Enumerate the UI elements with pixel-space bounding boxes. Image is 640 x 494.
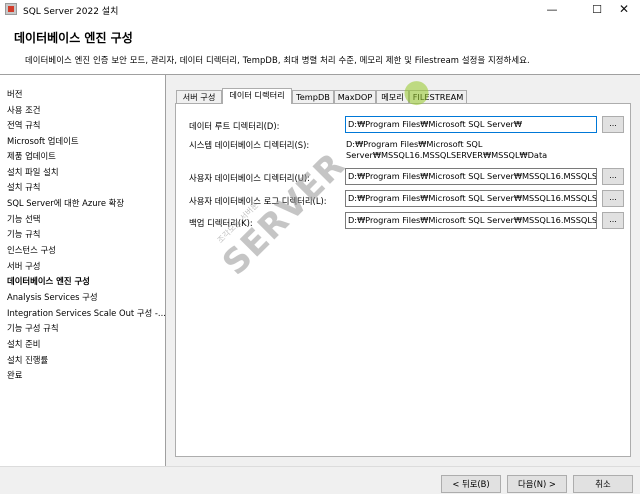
- data-root-directory-browse-button[interactable]: ...: [602, 116, 624, 133]
- backup-directory-browse-button[interactable]: ...: [602, 212, 624, 229]
- cancel-button[interactable]: 취소: [573, 475, 633, 493]
- sidebar-item-complete[interactable]: 완료: [7, 369, 22, 381]
- user-database-log-directory-browse-button[interactable]: ...: [602, 190, 624, 207]
- sidebar-item-install-setup-files[interactable]: 설치 파일 설치: [7, 166, 59, 178]
- sql-server-app-icon: [5, 3, 17, 15]
- sidebar-item-database-engine-configuration[interactable]: 데이터베이스 엔진 구성: [7, 275, 90, 287]
- user-database-log-directory-label: 사용자 데이터베이스 로그 디렉터리(L):: [189, 196, 327, 206]
- tab-tempdb[interactable]: TempDB: [292, 90, 334, 104]
- setup-steps-sidebar: 버전 사용 조건 전역 규칙 Microsoft 업데이트 제품 업데이트 설치…: [0, 75, 166, 466]
- backup-directory-input[interactable]: D:₩Program Files₩Microsoft SQL Server₩MS…: [345, 212, 597, 229]
- system-database-directory-label: 시스템 데이터베이스 디렉터리(S):: [189, 140, 310, 150]
- sidebar-item-feature-configuration-rules[interactable]: 기능 구성 규칙: [7, 322, 59, 334]
- data-root-directory-input[interactable]: D:₩Program Files₩Microsoft SQL Server₩: [345, 116, 597, 133]
- tab-maxdop[interactable]: MaxDOP: [334, 90, 376, 104]
- tab-server-configuration[interactable]: 서버 구성: [176, 90, 222, 104]
- system-database-directory-value-line2: Server₩MSSQL16.MSSQLSERVER₩MSSQL₩Data: [346, 150, 548, 160]
- data-root-directory-label: 데이터 루트 디렉터리(D):: [189, 121, 280, 131]
- sidebar-item-edition[interactable]: 버전: [7, 88, 22, 100]
- page-title: 데이터베이스 엔진 구성: [14, 31, 133, 45]
- user-database-directory-label: 사용자 데이터베이스 디렉터리(U):: [189, 173, 310, 183]
- sidebar-item-instance-configuration[interactable]: 인스턴스 구성: [7, 244, 56, 256]
- sidebar-item-microsoft-update[interactable]: Microsoft 업데이트: [7, 135, 79, 147]
- window-title: SQL Server 2022 설치: [23, 7, 119, 17]
- sidebar-item-azure-extension[interactable]: SQL Server에 대한 Azure 확장: [7, 197, 124, 209]
- sidebar-item-license-terms[interactable]: 사용 조건: [7, 104, 40, 116]
- close-button[interactable]: ✕: [608, 0, 640, 19]
- user-database-log-directory-input[interactable]: D:₩Program Files₩Microsoft SQL Server₩MS…: [345, 190, 597, 207]
- sidebar-item-ready-to-install[interactable]: 설치 준비: [7, 338, 40, 350]
- wizard-footer: < 뒤로(B) 다음(N) > 취소: [0, 466, 640, 494]
- sidebar-item-product-updates[interactable]: 제품 업데이트: [7, 150, 56, 162]
- sidebar-item-global-rules[interactable]: 전역 규칙: [7, 119, 40, 131]
- tab-filestream[interactable]: FILESTREAM: [409, 90, 467, 104]
- user-database-directory-input[interactable]: D:₩Program Files₩Microsoft SQL Server₩MS…: [345, 168, 597, 185]
- page-description: 데이터베이스 엔진 인증 보안 모드, 관리자, 데이터 디렉터리, TempD…: [25, 55, 530, 65]
- sidebar-item-feature-selection[interactable]: 기능 선택: [7, 213, 40, 225]
- page-header: 데이터베이스 엔진 구성 데이터베이스 엔진 인증 보안 모드, 관리자, 데이…: [0, 19, 640, 75]
- system-database-directory-value-line1: D:₩Program Files₩Microsoft SQL: [346, 139, 483, 149]
- sidebar-item-feature-rules[interactable]: 기능 규칙: [7, 228, 40, 240]
- sidebar-item-install-rules[interactable]: 설치 규칙: [7, 181, 40, 193]
- sidebar-item-integration-services-scale-out[interactable]: Integration Services Scale Out 구성 -...: [7, 307, 166, 319]
- user-database-directory-browse-button[interactable]: ...: [602, 168, 624, 185]
- sidebar-item-server-configuration[interactable]: 서버 구성: [7, 260, 40, 272]
- title-bar: SQL Server 2022 설치 — ☐ ✕: [0, 0, 640, 19]
- tab-data-directories[interactable]: 데이터 디렉터리: [222, 88, 292, 104]
- sidebar-item-installation-progress[interactable]: 설치 진행률: [7, 354, 48, 366]
- sidebar-item-analysis-services-configuration[interactable]: Analysis Services 구성: [7, 291, 98, 303]
- minimize-button[interactable]: —: [536, 0, 568, 19]
- next-button[interactable]: 다음(N) >: [507, 475, 567, 493]
- back-button[interactable]: < 뒤로(B): [441, 475, 501, 493]
- backup-directory-label: 백업 디렉터리(K):: [189, 218, 253, 228]
- tab-memory[interactable]: 메모리: [376, 90, 409, 104]
